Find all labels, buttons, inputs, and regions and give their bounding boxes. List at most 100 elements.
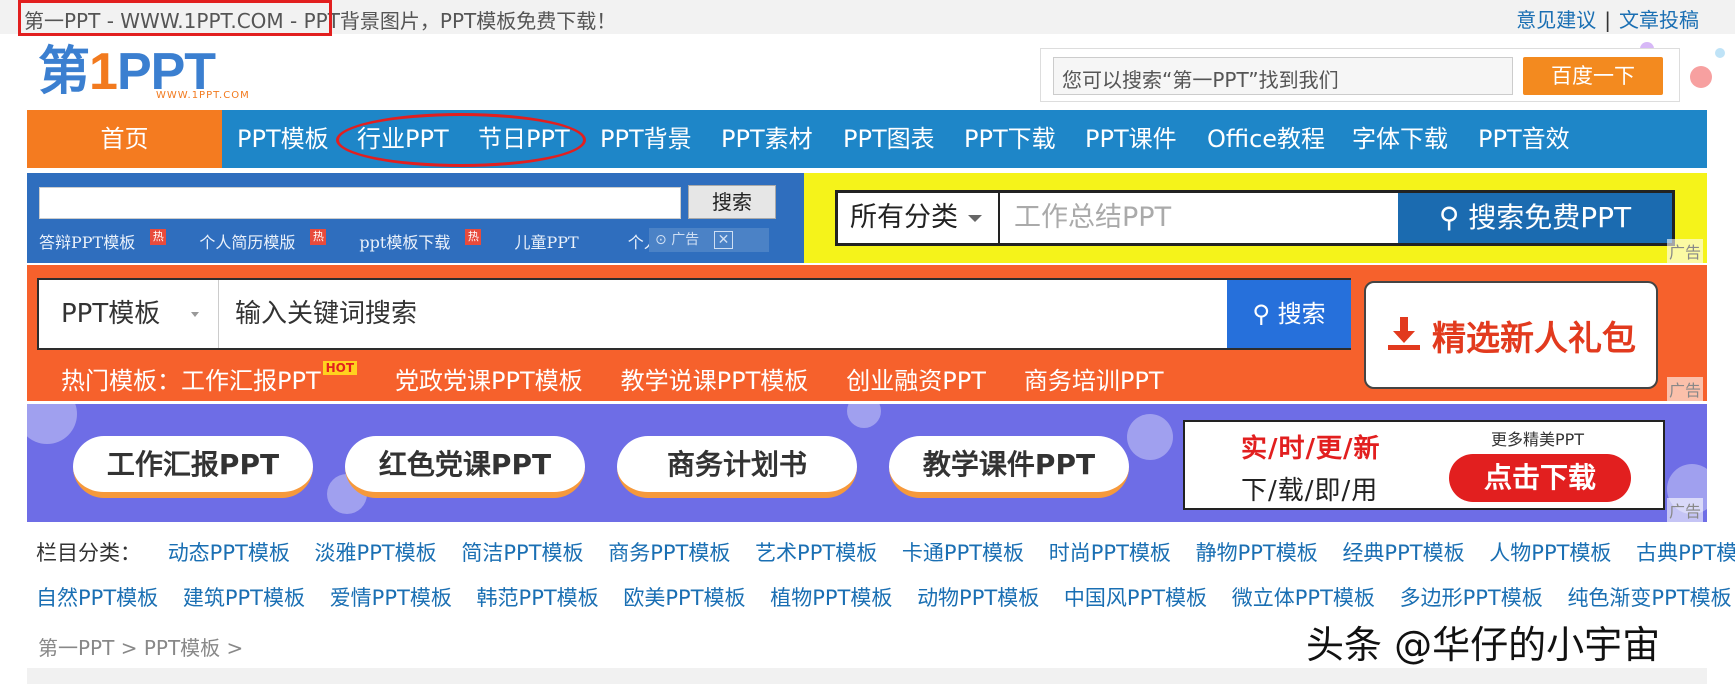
feedback-link[interactable]: 意见建议 bbox=[1516, 8, 1596, 32]
quick-link-red-party[interactable]: 红色党课PPT bbox=[345, 436, 585, 498]
nav-home[interactable]: 首页 bbox=[27, 110, 222, 168]
category-link[interactable]: 建筑PPT模板 bbox=[183, 586, 305, 610]
decor-circle bbox=[1127, 414, 1173, 460]
yellow-search-input[interactable]: 工作总结PPT bbox=[1014, 193, 1171, 243]
click-download-button[interactable]: 点击下载 bbox=[1449, 454, 1631, 502]
category-link[interactable]: 艺术PPT模板 bbox=[755, 541, 877, 565]
nav-item-font-download[interactable]: 字体下载 bbox=[1352, 110, 1448, 168]
category-link[interactable]: 人物PPT模板 bbox=[1489, 541, 1611, 565]
nav-item-ppt-download[interactable]: PPT下载 bbox=[964, 110, 1056, 168]
hot-link[interactable]: ppt模板下载热 bbox=[359, 229, 495, 252]
category-link[interactable]: 韩范PPT模板 bbox=[477, 586, 599, 610]
category-link[interactable]: 简洁PPT模板 bbox=[461, 541, 583, 565]
hot-template-link[interactable]: 创业融资PPT bbox=[846, 367, 986, 395]
orange-search-ad: PPT模板 输入关键词搜索 ⚲ 搜索 热门模板：工作汇报PPT HOT 党政党课PP… bbox=[27, 265, 1707, 401]
nav-highlight-circle bbox=[336, 113, 586, 167]
chevron-down-icon bbox=[191, 312, 199, 317]
newcomer-gift-button[interactable]: 精选新人礼包 bbox=[1364, 281, 1658, 389]
hot-template-link[interactable]: 商务培训PPT bbox=[1024, 367, 1164, 395]
category-link[interactable]: 欧美PPT模板 bbox=[623, 586, 745, 610]
baidu-search-button[interactable]: 百度一下 bbox=[1523, 57, 1663, 95]
breadcrumb-separator: > bbox=[120, 636, 138, 660]
keyword-search-label: 搜索 bbox=[1277, 300, 1326, 328]
nav-item-office-tutorial[interactable]: Office教程 bbox=[1207, 110, 1325, 168]
baidu-search-box: 您可以搜索“第一PPT”找到我们 百度一下 bbox=[1040, 48, 1680, 102]
category-link[interactable]: 多边形PPT模板 bbox=[1400, 586, 1543, 610]
nav-item-ppt-sounds[interactable]: PPT音效 bbox=[1478, 110, 1570, 168]
category-link[interactable]: 商务PPT模板 bbox=[608, 541, 730, 565]
nav-item-ppt-courseware[interactable]: PPT课件 bbox=[1085, 110, 1177, 168]
hot-templates-label: 热门模板： bbox=[61, 367, 181, 395]
decor-bubble bbox=[1715, 48, 1725, 58]
search-free-ppt-button[interactable]: ⚲ 搜索免费PPT bbox=[1398, 193, 1672, 243]
orange-search-box: PPT模板 输入关键词搜索 ⚲ 搜索 bbox=[37, 278, 1351, 350]
search-icon: ⚲ bbox=[1252, 300, 1270, 328]
breadcrumb-section[interactable]: PPT模板 bbox=[144, 636, 220, 660]
category-link[interactable]: 古典PPT模板 bbox=[1636, 541, 1735, 565]
nav-item-ppt-charts[interactable]: PPT图表 bbox=[843, 110, 935, 168]
quick-link-work-report[interactable]: 工作汇报PPT bbox=[73, 436, 313, 498]
breadcrumb-home[interactable]: 第一PPT bbox=[38, 636, 114, 660]
watermark: 头条 @华仔的小宇宙 bbox=[1306, 623, 1661, 667]
baidu-search-input[interactable]: 您可以搜索“第一PPT”找到我们 bbox=[1053, 57, 1513, 95]
promo-line-1: 实/时/更/新 bbox=[1241, 434, 1381, 464]
ad-mark: ⊙ 广告 ✕ bbox=[649, 228, 769, 252]
keyword-search-button[interactable]: ⚲ 搜索 bbox=[1227, 280, 1351, 348]
category-link[interactable]: 微立体PPT模板 bbox=[1232, 586, 1375, 610]
content-strip bbox=[27, 668, 1707, 684]
close-icon[interactable]: ✕ bbox=[713, 231, 734, 249]
hot-link-label: 个人简历模版 bbox=[199, 233, 296, 252]
quick-link-teaching[interactable]: 教学课件PPT bbox=[889, 436, 1129, 498]
title-highlight-box bbox=[18, 0, 332, 36]
blue-search-input[interactable] bbox=[39, 187, 681, 219]
hot-link[interactable]: 答辩PPT模板热 bbox=[39, 229, 180, 252]
newcomer-gift-label: 精选新人礼包 bbox=[1432, 319, 1636, 359]
category-link[interactable]: 爱情PPT模板 bbox=[330, 586, 452, 610]
nav-item-ppt-templates[interactable]: PPT模板 bbox=[237, 110, 329, 168]
breadcrumb: 第一PPT > PPT模板 > bbox=[38, 632, 243, 661]
category-link[interactable]: 静物PPT模板 bbox=[1196, 541, 1318, 565]
yellow-search-ad: 所有分类 工作总结PPT ⚲ 搜索免费PPT 广告 bbox=[804, 173, 1707, 263]
keyword-search-input[interactable]: 输入关键词搜索 bbox=[235, 280, 417, 348]
category-link[interactable]: 自然PPT模板 bbox=[36, 586, 158, 610]
category-link[interactable]: 卡通PPT模板 bbox=[902, 541, 1024, 565]
hot-template-link[interactable]: 党政党课PPT模板 bbox=[395, 367, 583, 395]
blue-search-button[interactable]: 搜索 bbox=[688, 185, 776, 219]
link-separator: | bbox=[1604, 8, 1611, 32]
category-link[interactable]: 动态PPT模板 bbox=[168, 541, 290, 565]
submit-article-link[interactable]: 文章投稿 bbox=[1619, 8, 1699, 32]
ad-info-icon: ⊙ bbox=[655, 232, 667, 248]
category-link[interactable]: 中国风PPT模板 bbox=[1064, 586, 1207, 610]
blue-search-ad: 搜索 答辩PPT模板热 个人简历模版热 ppt模板下载热 儿童PPT 个人求职简… bbox=[27, 173, 804, 263]
yellow-search-box: 所有分类 工作总结PPT ⚲ 搜索免费PPT bbox=[835, 190, 1675, 246]
logo-url: WWW.1PPT.COM bbox=[156, 90, 250, 101]
chevron-down-icon bbox=[968, 215, 982, 222]
hot-templates-row: 热门模板：工作汇报PPT HOT 党政党课PPT模板 教学说课PPT模板 创业融资PPT… bbox=[61, 361, 1201, 396]
ad-mark-label: 广告 bbox=[671, 232, 700, 248]
hot-template-link[interactable]: 教学说课PPT模板 bbox=[621, 367, 809, 395]
blue-hot-links: 答辩PPT模板热 个人简历模版热 ppt模板下载热 儿童PPT 个人求职简历 bbox=[39, 229, 738, 253]
logo-prefix: 第 bbox=[38, 43, 90, 101]
hot-link-label: 答辩PPT模板 bbox=[39, 233, 136, 252]
nav-item-ppt-backgrounds[interactable]: PPT背景 bbox=[600, 110, 692, 168]
promo-more: 更多精美PPT bbox=[1491, 430, 1585, 449]
category-label: 栏目分类： bbox=[36, 541, 141, 565]
hot-link[interactable]: 个人简历模版热 bbox=[199, 229, 340, 252]
site-logo[interactable]: 第1PPT WWW.1PPT.COM bbox=[38, 44, 288, 104]
category-link[interactable]: 纯色渐变PPT模板 bbox=[1567, 586, 1731, 610]
download-promo[interactable]: 实/时/更/新 下/载/即/用 更多精美PPT 点击下载 bbox=[1183, 420, 1665, 510]
hot-link[interactable]: 儿童PPT bbox=[514, 233, 578, 252]
nav-item-ppt-materials[interactable]: PPT素材 bbox=[721, 110, 813, 168]
category-link[interactable]: 经典PPT模板 bbox=[1342, 541, 1464, 565]
category-link[interactable]: 淡雅PPT模板 bbox=[315, 541, 437, 565]
quick-link-business-plan[interactable]: 商务计划书 bbox=[617, 436, 857, 498]
purple-banner-ad: 工作汇报PPT 红色党课PPT 商务计划书 教学课件PPT 实/时/更/新 下/… bbox=[27, 404, 1707, 522]
category-row: 自然PPT模板 建筑PPT模板 爱情PPT模板 韩范PPT模板 欧美PPT模板 … bbox=[36, 582, 1735, 612]
category-link[interactable]: 植物PPT模板 bbox=[770, 586, 892, 610]
category-link[interactable]: 时尚PPT模板 bbox=[1049, 541, 1171, 565]
decor-bubble bbox=[1690, 66, 1712, 88]
category-link[interactable]: 动物PPT模板 bbox=[917, 586, 1039, 610]
hot-template-link[interactable]: 工作汇报PPT bbox=[181, 367, 321, 395]
hot-link-label: ppt模板下载 bbox=[359, 233, 451, 252]
search-free-ppt-label: 搜索免费PPT bbox=[1468, 201, 1632, 234]
